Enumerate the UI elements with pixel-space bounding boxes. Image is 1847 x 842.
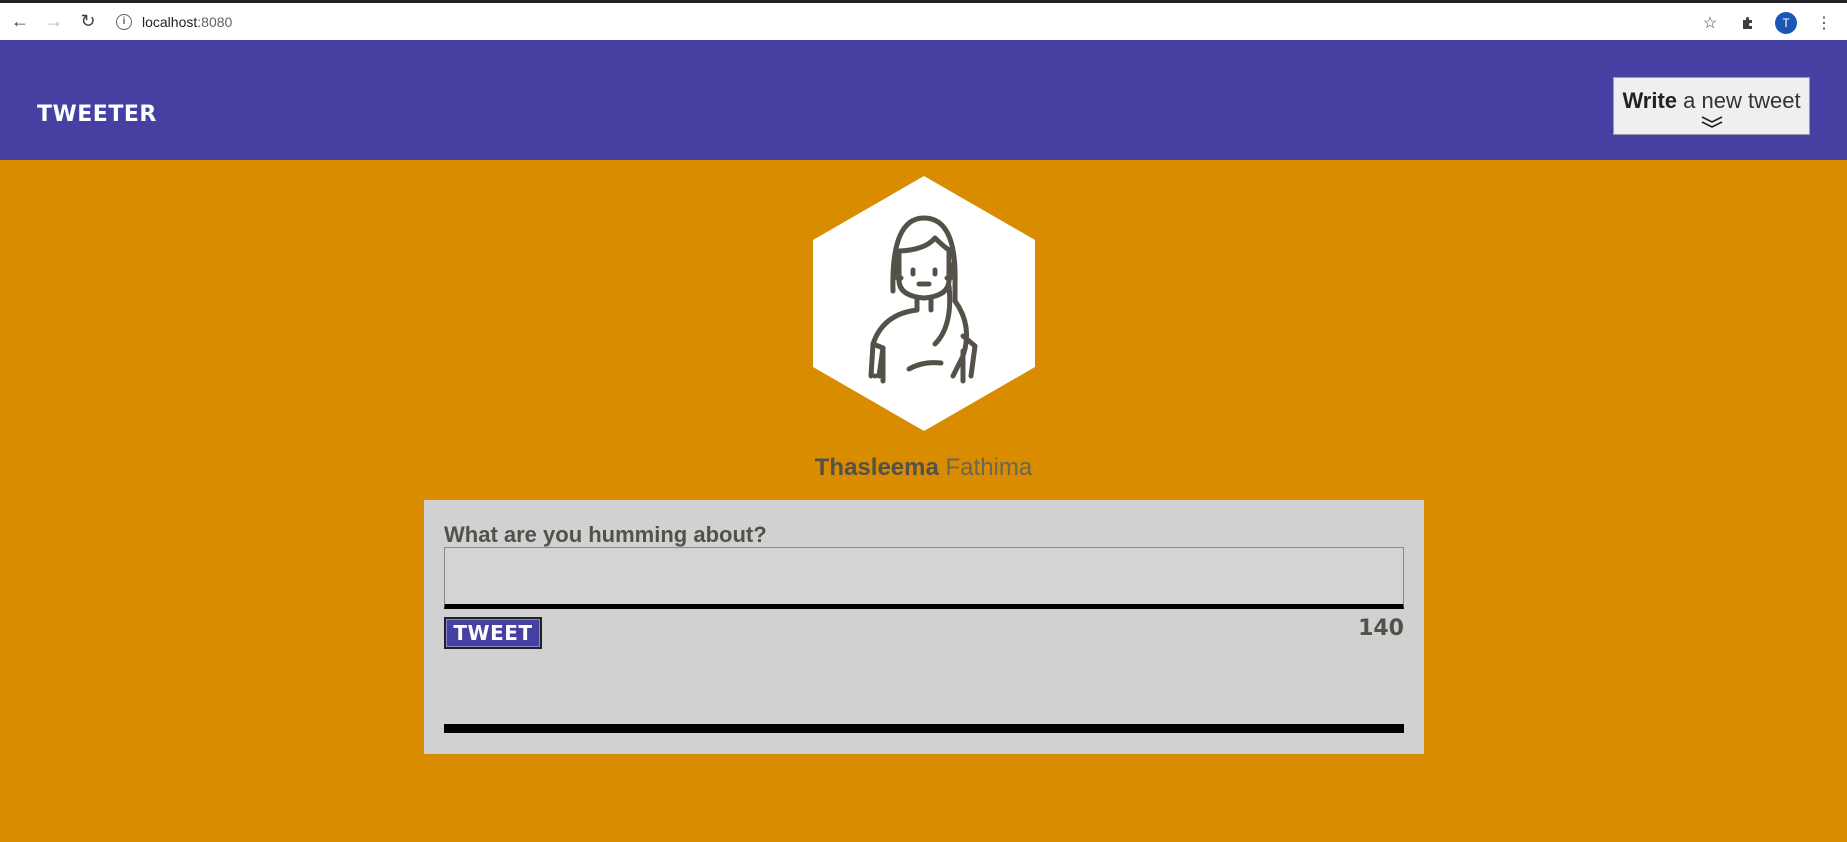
menu-kebab-icon[interactable]: ⋮: [1809, 8, 1839, 38]
profile-avatar: T: [1775, 12, 1797, 34]
user-first-name: Thasleema: [814, 454, 939, 481]
user-last-name: Fathima: [945, 454, 1033, 481]
tweet-submit-button[interactable]: TWEET: [444, 617, 542, 649]
browser-toolbar: ← → ↻ i localhost:8080 ☆ T ⋮: [0, 0, 1847, 40]
profile-button[interactable]: T: [1771, 8, 1801, 38]
url-host: localhost: [142, 13, 198, 30]
tweet-textarea[interactable]: [444, 547, 1404, 609]
url-port: :8080: [197, 13, 233, 30]
tweets-divider: [444, 724, 1404, 733]
extensions-icon[interactable]: [1733, 8, 1763, 38]
write-label-rest: a new tweet: [1677, 87, 1801, 113]
write-label-bold: Write: [1622, 87, 1678, 113]
address-bar[interactable]: i localhost:8080: [116, 8, 232, 36]
write-new-tweet-button[interactable]: Write a new tweet: [1613, 77, 1810, 135]
double-chevron-down-icon: [1620, 115, 1803, 128]
user-name: Thasleema Fathima: [0, 454, 1847, 482]
char-counter: 140: [1358, 616, 1404, 641]
reload-icon[interactable]: ↻: [74, 8, 102, 36]
back-icon[interactable]: ←: [6, 8, 34, 36]
user-avatar: [813, 176, 1035, 431]
app-header: TWEETER Write a new tweet: [0, 40, 1847, 160]
brand-logo[interactable]: TWEETER: [37, 102, 157, 127]
compose-label: What are you humming about?: [444, 522, 767, 547]
forward-icon[interactable]: →: [40, 8, 68, 36]
new-tweet-form: What are you humming about? TWEET 140: [424, 500, 1424, 754]
site-info-icon[interactable]: i: [116, 13, 132, 30]
bookmark-star-icon[interactable]: ☆: [1695, 8, 1725, 38]
